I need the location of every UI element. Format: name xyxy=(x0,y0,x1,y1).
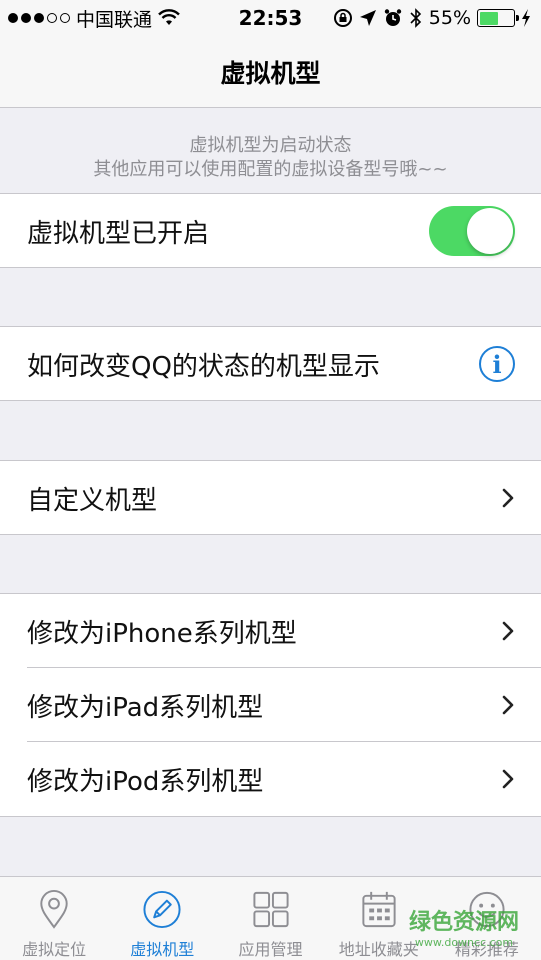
pencil-icon xyxy=(143,890,181,929)
chevron-right-icon xyxy=(502,695,514,715)
status-notice: 虚拟机型为启动状态 其他应用可以使用配置的虚拟设备型号哦~~ xyxy=(0,108,541,193)
tab-app-management[interactable]: 应用管理 xyxy=(216,877,324,960)
toggle-row-label: 虚拟机型已开启 xyxy=(27,218,210,249)
custom-model-row[interactable]: 自定义机型 xyxy=(0,461,541,535)
tab-virtual-location[interactable]: 虚拟定位 xyxy=(0,877,108,960)
tab-label: 应用管理 xyxy=(238,940,303,959)
notice-line-1: 虚拟机型为启动状态 xyxy=(189,135,352,156)
battery-icon xyxy=(477,9,519,27)
iphone-row-label: 修改为iPhone系列机型 xyxy=(27,618,297,649)
grid-icon xyxy=(252,891,289,928)
signal-strength-icon xyxy=(8,13,70,23)
notice-line-2: 其他应用可以使用配置的虚拟设备型号哦~~ xyxy=(93,159,448,180)
ipod-models-row[interactable]: 修改为iPod系列机型 xyxy=(0,742,541,816)
carrier-name: 中国联通 xyxy=(76,8,153,31)
navigation-bar: 虚拟机型 xyxy=(0,36,541,108)
wifi-icon xyxy=(158,9,180,25)
watermark-logo: 绿色资源网 www.downcc.com xyxy=(409,904,519,949)
divider xyxy=(0,816,541,817)
rotation-lock-icon xyxy=(333,9,352,27)
iphone-models-row[interactable]: 修改为iPhone系列机型 xyxy=(0,594,541,668)
ipad-row-label: 修改为iPad系列机型 xyxy=(27,692,264,723)
tab-label: 虚拟定位 xyxy=(22,940,87,959)
custom-row-label: 自定义机型 xyxy=(27,485,158,516)
divider xyxy=(0,267,541,268)
switch-knob xyxy=(467,208,513,254)
calendar-icon xyxy=(362,891,396,928)
chevron-right-icon xyxy=(502,621,514,641)
location-arrow-icon xyxy=(359,10,376,26)
virtual-model-switch[interactable] xyxy=(429,206,515,256)
divider xyxy=(0,534,541,535)
watermark-url: www.downcc.com xyxy=(414,936,514,949)
tab-label: 虚拟机型 xyxy=(130,940,195,959)
status-bar: 中国联通 22:53 55% xyxy=(0,0,541,36)
battery-percent: 55% xyxy=(428,7,471,29)
divider xyxy=(0,400,541,401)
tab-virtual-model[interactable]: 虚拟机型 xyxy=(108,877,216,960)
chevron-right-icon xyxy=(502,488,514,508)
alarm-icon xyxy=(384,9,401,26)
qq-row-label: 如何改变QQ的状态的机型显示 xyxy=(27,351,380,382)
qq-model-display-row[interactable]: 如何改变QQ的状态的机型显示 i xyxy=(0,327,541,401)
bluetooth-icon xyxy=(410,8,421,28)
ipod-row-label: 修改为iPod系列机型 xyxy=(27,766,264,797)
charging-bolt-icon xyxy=(522,9,530,27)
virtual-model-toggle-row: 虚拟机型已开启 xyxy=(0,194,541,268)
tab-label: 地址收藏夹 xyxy=(338,940,419,959)
watermark-text: 绿色资源网 xyxy=(408,910,519,935)
chevron-right-icon xyxy=(502,769,514,789)
info-icon[interactable]: i xyxy=(479,346,515,382)
location-pin-icon xyxy=(40,889,68,929)
ipad-models-row[interactable]: 修改为iPad系列机型 xyxy=(0,668,541,742)
page-title: 虚拟机型 xyxy=(220,58,321,88)
